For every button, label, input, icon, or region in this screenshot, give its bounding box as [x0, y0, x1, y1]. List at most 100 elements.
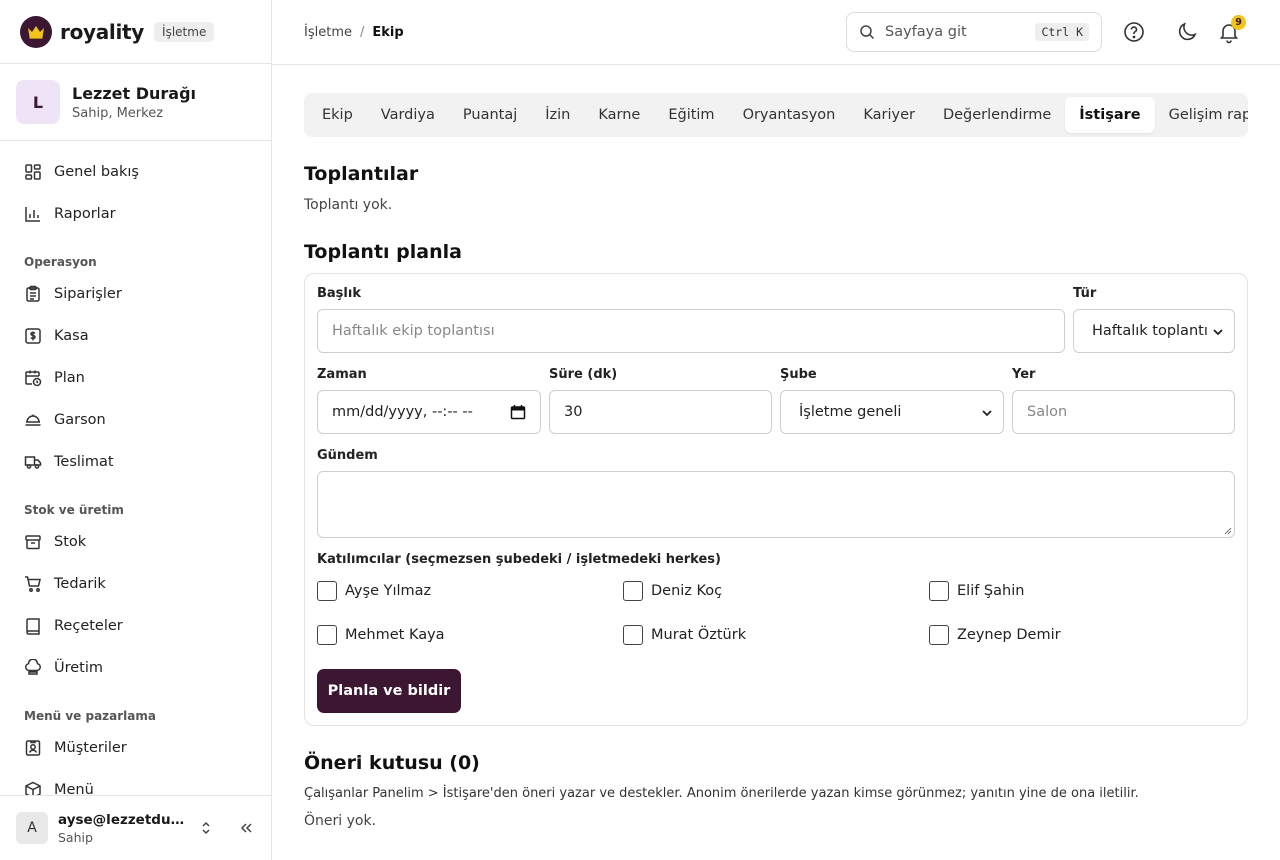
calendar-icon[interactable]	[510, 404, 526, 420]
sidebar-item-teslimat[interactable]: Teslimat	[0, 441, 271, 483]
sidebar-item-label: Garson	[54, 412, 106, 428]
main-content: Ekip Vardiya Puantaj İzin Karne Eğitim O…	[304, 65, 1248, 829]
tab-ekip[interactable]: Ekip	[308, 97, 367, 133]
moon-icon[interactable]	[1175, 20, 1199, 44]
sidebar-item-raporlar[interactable]: Raporlar	[0, 193, 271, 235]
title-label: Başlık	[317, 286, 361, 301]
org-name: Lezzet Durağı	[72, 83, 197, 103]
truck-icon	[24, 456, 42, 469]
tab-degerlendirme[interactable]: Değerlendirme	[929, 97, 1065, 133]
tab-vardiya[interactable]: Vardiya	[367, 97, 449, 133]
participant-checkbox[interactable]: Deniz Koç	[623, 581, 929, 601]
sidebar-item-garson[interactable]: Garson	[0, 399, 271, 441]
sidebar-item-label: Teslimat	[54, 454, 114, 470]
sidebar-item-kasa[interactable]: Kasa	[0, 315, 271, 357]
breadcrumb-item[interactable]: İşletme	[304, 25, 352, 40]
tab-kariyer[interactable]: Kariyer	[849, 97, 929, 133]
nav-section-title: Stok ve üretim	[24, 503, 124, 517]
sidebar-item-label: Siparişler	[54, 286, 122, 302]
bar-chart-icon	[25, 207, 40, 222]
tab-karne[interactable]: Karne	[584, 97, 654, 133]
type-label: Tür	[1073, 286, 1097, 301]
schedule-and-notify-button[interactable]: Planla ve bildir	[317, 669, 461, 713]
participants-label: Katılımcılar (seçmezsen şubedeki / işlet…	[317, 552, 721, 567]
meetings-title: Toplantılar	[304, 163, 419, 185]
cart-icon	[25, 576, 41, 592]
sidebar-item-menu[interactable]: Menü	[0, 769, 271, 795]
meetings-empty: Toplantı yok.	[304, 197, 393, 213]
checkbox[interactable]	[929, 625, 949, 645]
user-email: ayse@lezzetduragi.com	[58, 811, 186, 828]
brand-name: royality	[60, 19, 145, 44]
checkbox[interactable]	[317, 581, 337, 601]
tab-gelisim-raporu[interactable]: Gelişim raporu	[1155, 97, 1248, 133]
sidebar-item-label: Plan	[54, 370, 85, 386]
meeting-type-select[interactable]: Haftalık toplantı	[1073, 309, 1235, 353]
plan-meeting-form: Başlık Haftalık ekip toplantısı Tür Haft…	[304, 273, 1248, 726]
calendar-clock-icon	[25, 370, 42, 387]
plan-meeting-title: Toplantı planla	[304, 241, 462, 263]
chevrons-up-down-icon[interactable]	[194, 816, 218, 840]
package-icon	[25, 781, 41, 795]
tab-istisare[interactable]: İstişare	[1065, 97, 1155, 133]
help-icon[interactable]	[1122, 20, 1146, 44]
duration-input[interactable]: 30	[549, 390, 772, 434]
participant-name: Mehmet Kaya	[345, 627, 445, 643]
sidebar: royality İşletme L Lezzet Durağı Sahip, …	[0, 0, 272, 860]
checkbox[interactable]	[623, 581, 643, 601]
search-icon	[860, 25, 875, 40]
nav-section-title: Operasyon	[24, 255, 97, 269]
participant-checkbox[interactable]: Elif Şahin	[929, 581, 1235, 601]
crown-logo-icon	[20, 15, 52, 48]
search-input[interactable]: Sayfaya git Ctrl K	[846, 12, 1102, 52]
grid-icon	[25, 164, 41, 180]
topbar: İşletme / Ekip Sayfaya git Ctrl K 9	[272, 0, 1280, 65]
place-label: Yer	[1012, 367, 1036, 382]
participant-checkbox[interactable]: Mehmet Kaya	[317, 625, 623, 645]
sidebar-item-uretim[interactable]: Üretim	[0, 647, 271, 689]
agenda-label: Gündem	[317, 448, 378, 463]
agenda-textarea[interactable]	[317, 471, 1235, 538]
user-menu[interactable]: A ayse@lezzetduragi.com Sahip	[0, 795, 271, 860]
sidebar-item-label: Müşteriler	[54, 740, 127, 756]
org-switcher[interactable]: L Lezzet Durağı Sahip, Merkez	[0, 64, 271, 141]
breadcrumb-separator: /	[359, 24, 365, 40]
tab-egitim[interactable]: Eğitim	[654, 97, 728, 133]
branch-select[interactable]: İşletme geneli	[780, 390, 1004, 434]
resize-handle-icon[interactable]	[1223, 526, 1232, 535]
tab-izin[interactable]: İzin	[531, 97, 584, 133]
participant-checkbox[interactable]: Murat Öztürk	[623, 625, 929, 645]
tab-oryantasyon[interactable]: Oryantasyon	[729, 97, 850, 133]
tab-puantaj[interactable]: Puantaj	[449, 97, 531, 133]
sidebar-item-label: Üretim	[54, 660, 104, 676]
bell-icon[interactable]: 9	[1217, 15, 1246, 44]
participant-checkbox[interactable]: Ayşe Yılmaz	[317, 581, 623, 601]
checkbox[interactable]	[317, 625, 337, 645]
sidebar-item-stok[interactable]: Stok	[0, 521, 271, 563]
chef-hat-icon	[25, 659, 41, 675]
sidebar-item-label: Kasa	[54, 328, 89, 344]
sidebar-item-siparisler[interactable]: Siparişler	[0, 273, 271, 315]
sidebar-item-label: Stok	[54, 534, 87, 550]
participant-name: Murat Öztürk	[651, 627, 747, 643]
participant-checkbox[interactable]: Zeynep Demir	[929, 625, 1235, 645]
branch-label: Şube	[780, 367, 817, 382]
chevron-down-icon	[982, 410, 992, 417]
place-input[interactable]: Salon	[1012, 390, 1235, 434]
meeting-title-input[interactable]: Haftalık ekip toplantısı	[317, 309, 1065, 353]
sidebar-nav: Genel bakış Raporlar Operasyon Siparişle…	[0, 141, 271, 795]
search-shortcut: Ctrl K	[1035, 23, 1089, 41]
sidebar-item-receteler[interactable]: Reçeteler	[0, 605, 271, 647]
id-card-icon	[25, 740, 41, 756]
meeting-datetime-input[interactable]: mm/dd/yyyy, --:-- --	[317, 390, 541, 434]
checkbox[interactable]	[929, 581, 949, 601]
datetime-value: mm/dd/yyyy, --:-- --	[332, 404, 473, 420]
sidebar-item-genel-bakis[interactable]: Genel bakış	[0, 151, 271, 193]
participant-name: Elif Şahin	[957, 583, 1025, 599]
checkbox[interactable]	[623, 625, 643, 645]
sidebar-item-tedarik[interactable]: Tedarik	[0, 563, 271, 605]
sidebar-item-plan[interactable]: Plan	[0, 357, 271, 399]
chevron-down-icon	[1213, 329, 1223, 336]
sidebar-item-musteriler[interactable]: Müşteriler	[0, 727, 271, 769]
collapse-sidebar-icon[interactable]	[234, 816, 258, 840]
